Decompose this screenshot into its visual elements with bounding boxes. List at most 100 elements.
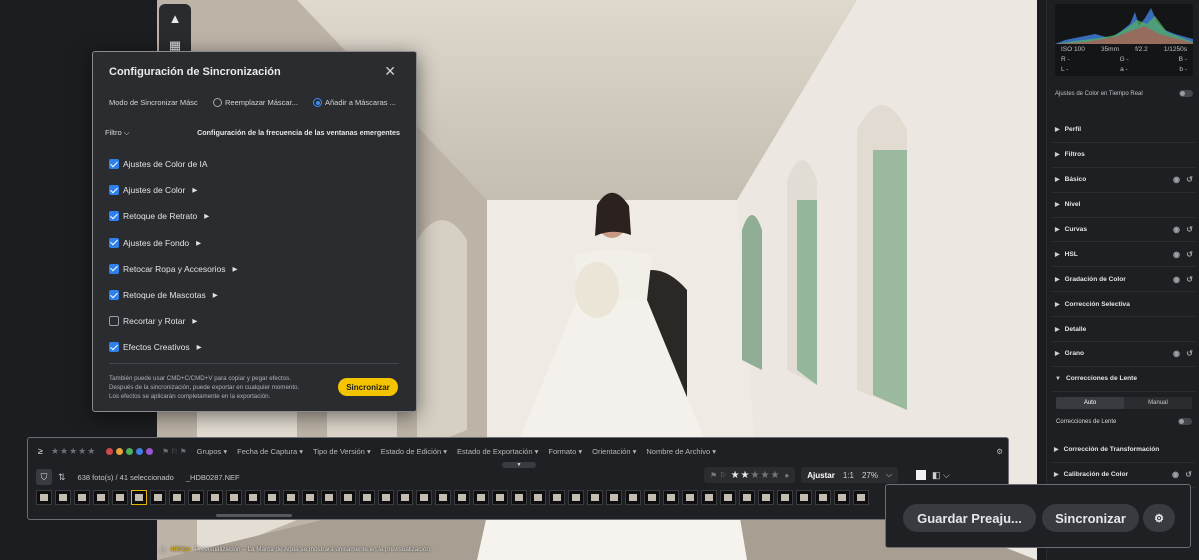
category-filter[interactable]: Nombre de Archivo ▾ <box>646 447 716 456</box>
rating-filter[interactable]: ★★★★★ <box>51 446 96 457</box>
filmstrip-thumbnail[interactable] <box>758 490 774 505</box>
rating-control[interactable]: ⚑ ⚐ ★★★★★ ● <box>704 467 796 483</box>
filmstrip-thumbnail[interactable] <box>302 490 318 505</box>
flag-icon[interactable]: ⚑ ⚐ ⚑ <box>162 447 186 456</box>
filmstrip-thumbnail[interactable] <box>36 490 52 505</box>
reset-icon[interactable]: ↺ <box>1186 250 1193 259</box>
filmstrip-thumbnail[interactable] <box>720 490 736 505</box>
close-icon[interactable]: ✕ <box>384 63 396 80</box>
reset-icon[interactable]: ↺ <box>1186 275 1193 284</box>
color-label-dot[interactable] <box>126 447 134 455</box>
dialog-sync-button[interactable]: Sincronizar <box>338 378 398 396</box>
fit-button[interactable]: Ajustar <box>807 471 835 480</box>
visibility-icon[interactable]: ◉ <box>1173 225 1180 234</box>
filmstrip-thumbnail[interactable] <box>568 490 584 505</box>
adjustment-section[interactable]: ▼ Correcciones de Lente <box>1051 367 1196 392</box>
checkbox-checked[interactable] <box>109 263 119 274</box>
category-filter[interactable]: Fecha de Captura ▾ <box>237 447 303 456</box>
category-filter[interactable]: Formato ▾ <box>548 447 582 456</box>
filmstrip-thumbnail[interactable] <box>853 490 869 505</box>
radio-replace-masks[interactable]: Reemplazar Máscar... <box>213 98 313 107</box>
adjustment-section[interactable]: ▶ Básico ◉ ↺ <box>1051 168 1196 193</box>
sync-option-item[interactable]: Retocar Ropa y Accesorios ▶ <box>109 256 238 282</box>
filmstrip-thumbnail[interactable] <box>701 490 717 505</box>
checkbox-checked[interactable] <box>109 159 119 170</box>
filmstrip-thumbnail[interactable] <box>188 490 204 505</box>
lens-mode-tab[interactable]: Auto <box>1056 397 1124 409</box>
category-filter[interactable]: Estado de Edición ▾ <box>381 447 447 456</box>
filmstrip-thumbnail[interactable] <box>834 490 850 505</box>
filmstrip-thumbnail[interactable] <box>340 490 356 505</box>
settings-icon[interactable]: ⚙ <box>996 447 1003 456</box>
category-filter[interactable]: Orientación ▾ <box>592 447 636 456</box>
lens-mode-tab[interactable]: Manual <box>1124 397 1192 409</box>
filmstrip-thumbnail[interactable] <box>473 490 489 505</box>
star-rating[interactable]: ★★★★★ <box>731 470 781 481</box>
filmstrip-thumbnail[interactable] <box>245 490 261 505</box>
filmstrip-thumbnail[interactable] <box>454 490 470 505</box>
filmstrip-thumbnail[interactable] <box>644 490 660 505</box>
expand-arrow-icon[interactable]: ▶ <box>192 186 197 194</box>
sync-option-item[interactable]: Retoque de Mascotas ▶ <box>109 282 238 308</box>
filmstrip-thumbnail[interactable] <box>682 490 698 505</box>
checkbox-checked[interactable] <box>109 211 119 222</box>
adjustment-section[interactable]: ▶ Corrección de Transformación <box>1050 438 1195 463</box>
adjustment-section[interactable]: ▶ Perfil <box>1051 118 1196 143</box>
filter-dropdown[interactable]: Filtro ⌵ <box>105 128 129 138</box>
adjustment-section[interactable]: ▶ Grano ◉ ↺ <box>1051 342 1196 367</box>
adjustment-section[interactable]: ▶ Curvas ◉ ↺ <box>1051 218 1196 243</box>
sort-order-icon[interactable]: ⇅ <box>58 472 66 483</box>
sync-option-item[interactable]: Recortar y Rotar ▶ <box>109 308 238 334</box>
color-label-dot[interactable] <box>146 447 154 455</box>
zoom-value[interactable]: 27% <box>862 471 878 480</box>
checkbox-checked[interactable] <box>109 290 119 301</box>
filmstrip-thumbnail[interactable] <box>131 490 147 505</box>
ratio-button[interactable]: 1:1 <box>843 471 854 480</box>
filter-icon[interactable]: ⛉ <box>36 469 52 485</box>
expand-arrow-icon[interactable]: ▶ <box>213 291 218 299</box>
filmstrip-thumbnail[interactable] <box>55 490 71 505</box>
filmstrip-thumbnail[interactable] <box>321 490 337 505</box>
compare-view-icon[interactable]: ◧ ⌵ <box>932 470 950 481</box>
filmstrip-thumbnail[interactable] <box>739 490 755 505</box>
adjustment-section[interactable]: ▶ Gradación de Color ◉ ↺ <box>1051 267 1196 293</box>
category-filter[interactable]: Grupos ▾ <box>197 447 227 456</box>
realtime-color-toggle[interactable] <box>1179 90 1193 97</box>
collapse-handle[interactable]: ▼ <box>502 462 536 468</box>
filmstrip-thumbnail[interactable] <box>93 490 109 505</box>
filmstrip-thumbnail[interactable] <box>207 490 223 505</box>
color-label-dot[interactable] <box>106 447 114 455</box>
expand-arrow-icon[interactable]: ▶ <box>204 212 209 220</box>
reset-icon[interactable]: ↺ <box>1186 349 1193 358</box>
filmstrip-thumbnail[interactable] <box>530 490 546 505</box>
filmstrip-thumbnail[interactable] <box>416 490 432 505</box>
expand-arrow-icon[interactable]: ▶ <box>233 265 238 273</box>
checkbox-unchecked[interactable] <box>109 316 119 327</box>
visibility-icon[interactable]: ◉ <box>1173 175 1180 184</box>
filmstrip-thumbnail[interactable] <box>264 490 280 505</box>
filmstrip-thumbnail[interactable] <box>397 490 413 505</box>
expand-arrow-icon[interactable]: ▶ <box>197 343 202 351</box>
color-label-dot[interactable] <box>136 447 144 455</box>
sync-option-item[interactable]: Ajustes de Fondo ▶ <box>109 230 238 256</box>
visibility-icon[interactable]: ◉ <box>1173 250 1180 259</box>
filmstrip-thumbnail[interactable] <box>777 490 793 505</box>
filmstrip-thumbnail[interactable] <box>663 490 679 505</box>
visibility-icon[interactable]: ◉ <box>1173 275 1180 284</box>
adjustment-section[interactable]: ▶ HSL ◉ ↺ <box>1051 242 1196 268</box>
category-filter[interactable]: Tipo de Versión ▾ <box>313 447 371 456</box>
filmstrip-thumbnail[interactable] <box>74 490 90 505</box>
landscape-tool-icon[interactable]: ▲ <box>159 4 191 32</box>
expand-arrow-icon[interactable]: ▶ <box>192 317 197 325</box>
reset-icon[interactable]: ↺ <box>1186 225 1193 234</box>
filmstrip-thumbnail[interactable] <box>112 490 128 505</box>
category-filter[interactable]: Estado de Exportación ▾ <box>457 447 538 456</box>
filmstrip-thumbnail[interactable] <box>606 490 622 505</box>
sync-option-item[interactable]: Efectos Creativos ▶ <box>109 334 238 360</box>
filmstrip-thumbnail[interactable] <box>549 490 565 505</box>
filmstrip-thumbnail[interactable] <box>815 490 831 505</box>
filmstrip-thumbnail[interactable] <box>435 490 451 505</box>
filmstrip-thumbnail[interactable] <box>625 490 641 505</box>
filmstrip-scrollbar[interactable] <box>216 514 292 517</box>
checkbox-checked[interactable] <box>109 342 119 353</box>
